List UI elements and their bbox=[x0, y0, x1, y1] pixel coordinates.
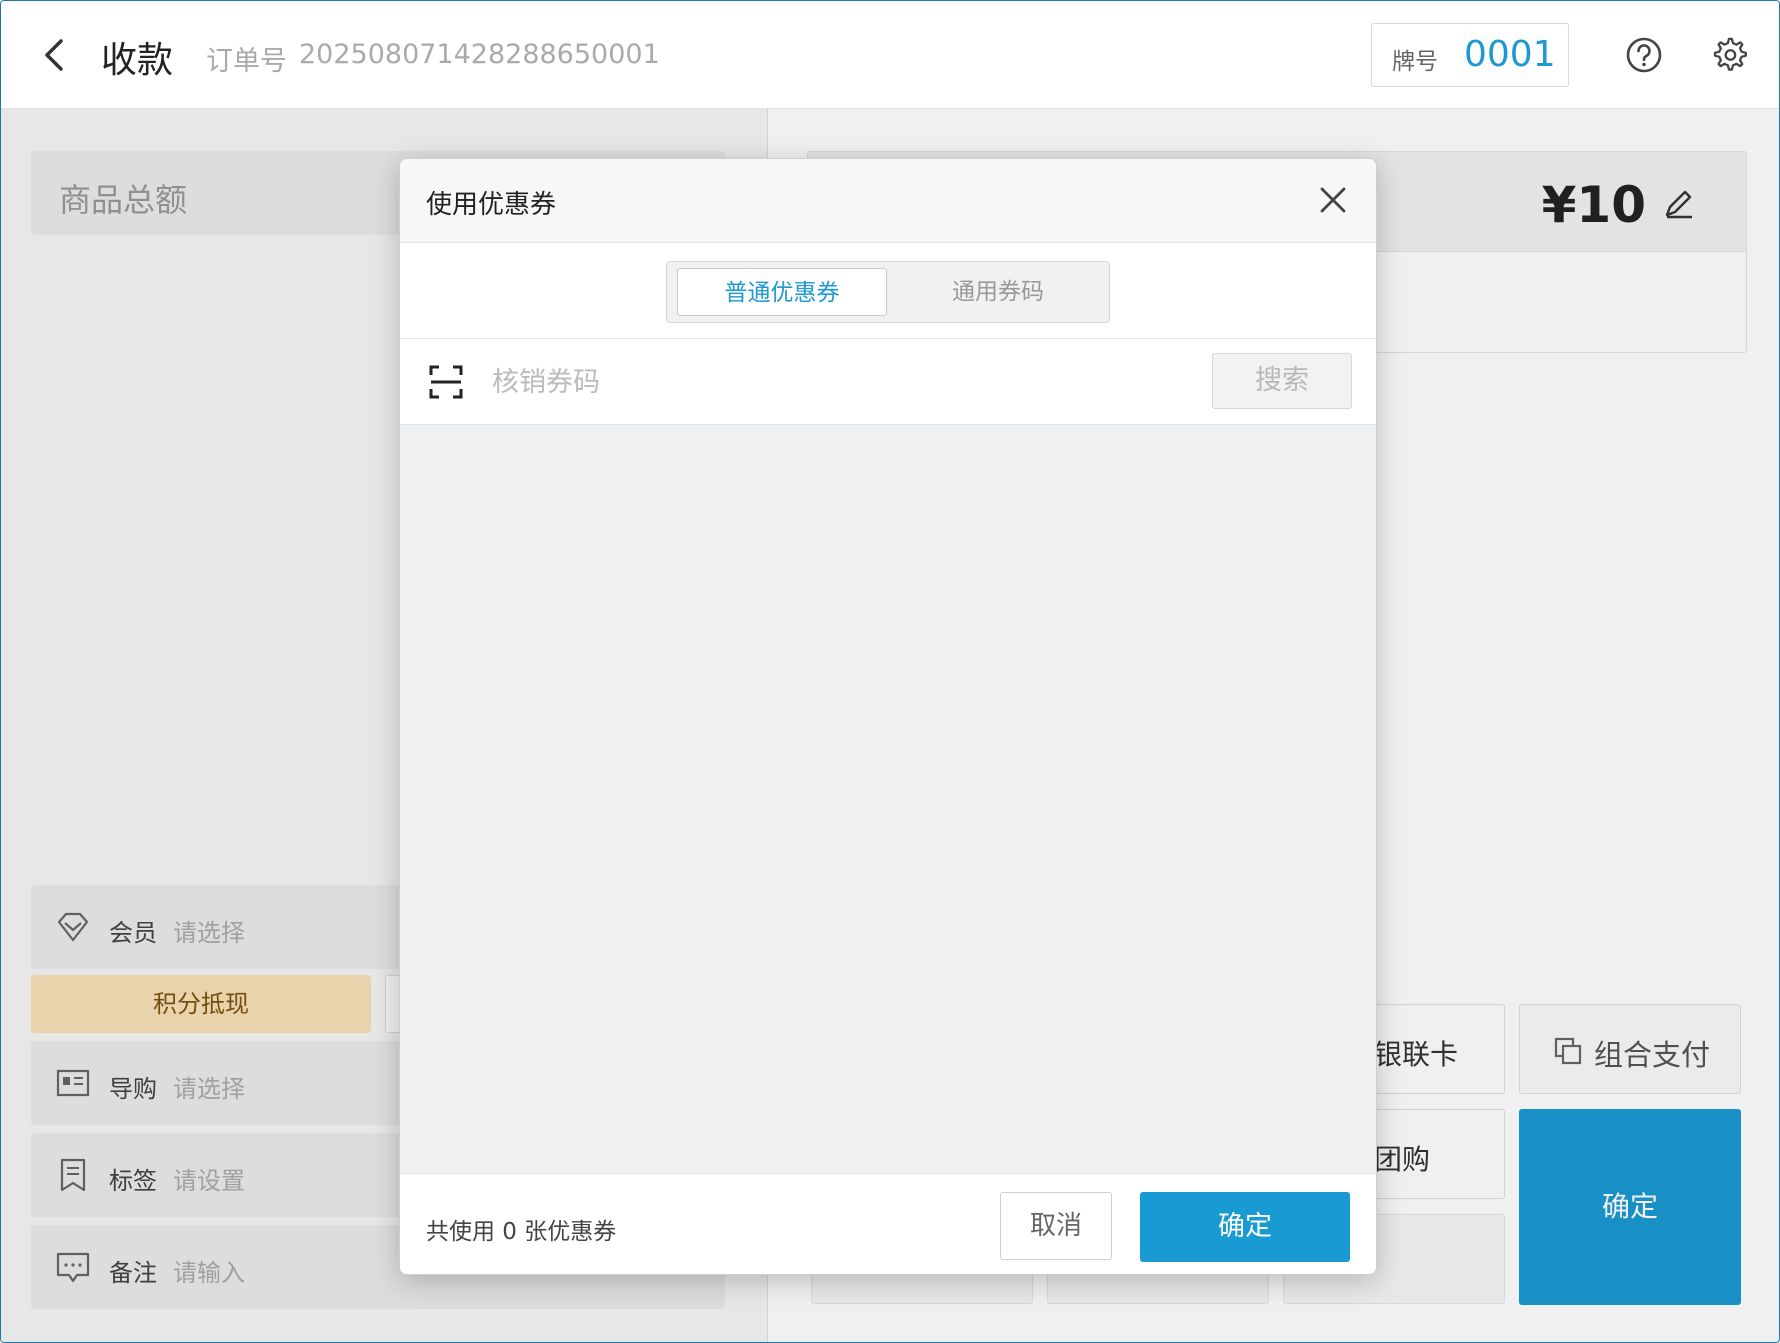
coupon-dialog-title: 使用优惠券 bbox=[426, 190, 557, 220]
tab-universal-code[interactable]: 通用券码 bbox=[893, 268, 1103, 316]
help-icon[interactable] bbox=[1625, 36, 1663, 74]
coupon-search-button[interactable]: 搜索 bbox=[1212, 353, 1352, 409]
page-title: 收款 bbox=[101, 40, 174, 81]
gear-icon[interactable] bbox=[1710, 35, 1748, 75]
order-number: 20250807142828865000​1 bbox=[299, 39, 660, 70]
coupon-used-count: 共使用 0 张优惠券 bbox=[426, 1219, 617, 1245]
coupon-tabs: 普通优惠券 通用券码 bbox=[666, 261, 1110, 323]
close-icon[interactable] bbox=[1316, 183, 1350, 217]
tab-normal-coupon[interactable]: 普通优惠券 bbox=[677, 268, 887, 316]
cancel-button[interactable]: 取消 bbox=[1000, 1192, 1112, 1260]
coupon-dialog: 使用优惠券 普通优惠券 通用券码 搜索 共使用 0 张优惠券 取消 确定 bbox=[399, 158, 1377, 1275]
coupon-tabs-bar: 普通优惠券 通用券码 bbox=[400, 243, 1376, 339]
coupon-dialog-footer: 共使用 0 张优惠券 取消 确定 bbox=[400, 1173, 1376, 1274]
coupon-dialog-header: 使用优惠券 bbox=[400, 159, 1376, 243]
tag-number-box[interactable]: 牌号 0001 bbox=[1371, 23, 1569, 87]
coupon-search-row: 搜索 bbox=[400, 339, 1376, 425]
tag-number: 0001 bbox=[1464, 34, 1556, 75]
confirm-button[interactable]: 确定 bbox=[1140, 1192, 1350, 1262]
back-arrow-icon[interactable] bbox=[37, 35, 71, 75]
app-window: 收款 订单号 20250807142828865000​1 牌号 0001 商品… bbox=[0, 0, 1780, 1343]
order-number-label: 订单号 bbox=[206, 46, 287, 77]
coupon-list-area bbox=[400, 425, 1376, 1173]
tag-number-label: 牌号 bbox=[1392, 49, 1438, 75]
header-bar: 收款 订单号 20250807142828865000​1 牌号 0001 bbox=[1, 1, 1779, 109]
scan-icon[interactable] bbox=[428, 364, 464, 400]
coupon-code-input[interactable] bbox=[492, 357, 1092, 407]
